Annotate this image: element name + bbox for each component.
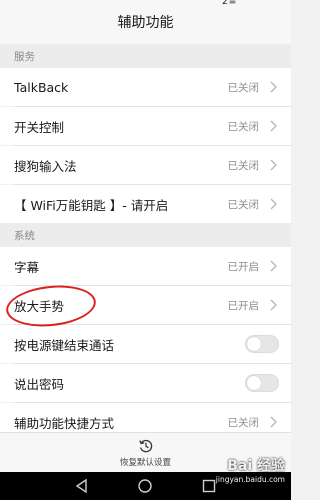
row-label: 辅助功能快捷方式 [14, 415, 115, 431]
row-label: TalkBack [14, 79, 69, 95]
watermark-text: Bai 经验 [227, 458, 285, 474]
toggle-knob [247, 376, 261, 390]
watermark: Bai 经验 jingyan.baidu.com [189, 455, 285, 497]
back-icon[interactable] [74, 478, 90, 494]
toggle-switch[interactable] [245, 374, 279, 392]
section-header-services: 服务 [0, 44, 291, 68]
row-label: 【 WiFi万能钥匙 】- 请开启 [14, 197, 169, 213]
restore-icon [138, 439, 152, 452]
status-text: 已开启 [227, 260, 260, 273]
home-icon[interactable] [137, 478, 153, 494]
row-label: 说出密码 [14, 376, 65, 392]
status-text: 已关闭 [227, 198, 260, 211]
chevron-right-icon [270, 416, 277, 428]
row-power-button-ends-call[interactable]: 按电源键结束通话 [0, 325, 291, 363]
row-captions[interactable]: 字幕 已开启 [0, 247, 291, 285]
row-label: 开关控制 [14, 119, 65, 135]
row-wifi-master-key[interactable]: 【 WiFi万能钥匙 】- 请开启 已关闭 [0, 185, 291, 223]
row-label: 字幕 [14, 259, 40, 275]
row-switch-control[interactable]: 开关控制 已关闭 [0, 107, 291, 145]
chevron-right-icon [270, 120, 277, 132]
chevron-right-icon [270, 159, 277, 171]
restore-defaults-label: 恢复默认设置 [119, 457, 171, 468]
chevron-right-icon [270, 198, 277, 210]
section-header-system: 系统 [0, 223, 291, 247]
toggle-switch[interactable] [245, 335, 279, 353]
toggle-knob [247, 337, 261, 351]
status-text: 已关闭 [227, 416, 260, 429]
page-title: 辅助功能 [117, 15, 174, 31]
row-label: 搜狗输入法 [14, 158, 77, 174]
status-text: 已关闭 [227, 159, 260, 172]
status-text: 已关闭 [227, 120, 260, 133]
title-bar: 辅助功能 [0, 0, 291, 44]
watermark-url: jingyan.baidu.com [215, 475, 285, 484]
status-bar-fragment: 2≡ [222, 0, 238, 7]
row-label: 按电源键结束通话 [14, 337, 115, 353]
row-sogou-input[interactable]: 搜狗输入法 已关闭 [0, 146, 291, 184]
chevron-right-icon [270, 299, 277, 311]
status-text: 已关闭 [227, 81, 260, 94]
row-speak-passwords[interactable]: 说出密码 [0, 364, 291, 402]
chevron-right-icon [270, 81, 277, 93]
row-talkback[interactable]: TalkBack 已关闭 [0, 68, 291, 106]
chevron-right-icon [270, 260, 277, 272]
status-text: 已开启 [227, 299, 260, 312]
